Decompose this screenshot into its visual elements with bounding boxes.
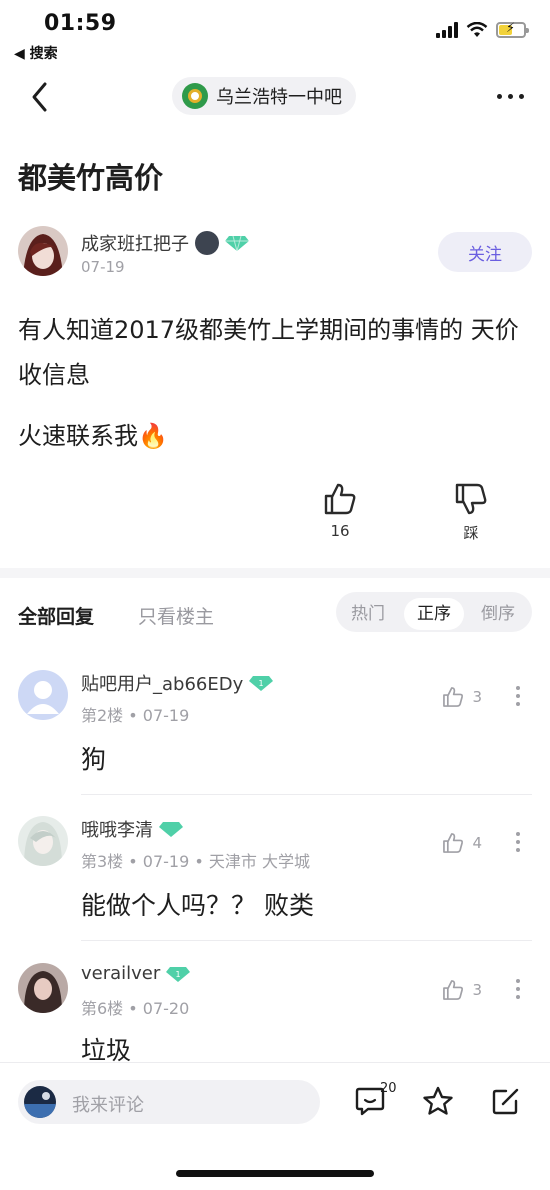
tab-only-op[interactable]: 只看楼主 (138, 602, 214, 629)
sort-hot[interactable]: 热门 (338, 598, 398, 630)
reply-divider (81, 794, 532, 795)
post-author: 成家班扛把子 07-19 关注 (18, 226, 532, 280)
reply-like-button[interactable]: 3 (442, 686, 482, 708)
home-indicator (176, 1170, 374, 1177)
gem-badge-icon (159, 822, 183, 837)
reply-username[interactable]: 贴吧用户_ab66EDy (81, 670, 243, 696)
thumbs-down-icon (455, 483, 487, 515)
tab-all-replies[interactable]: 全部回复 (18, 602, 94, 629)
reply-divider (81, 940, 532, 941)
svg-text:1: 1 (259, 679, 264, 688)
forum-logo-icon (182, 83, 208, 109)
reply-avatar[interactable] (18, 816, 68, 866)
reply-like-count: 4 (472, 834, 482, 852)
reply-text: 狗 (81, 745, 107, 774)
post-paragraph: 火速联系我🔥 (18, 422, 168, 450)
signal-icon (436, 22, 458, 38)
post-body: 有人知道2017级都美竹上学期间的事情的 天价收信息 火速联系我🔥 (18, 308, 532, 475)
status-icons: ⚡ (436, 21, 529, 38)
share-icon[interactable] (490, 1085, 522, 1117)
author-name[interactable]: 成家班扛把子 (81, 230, 189, 256)
reply-item: 哦哦李清 第3楼 • 07-19 • 天津市 大学城 4 能做个人吗？？ 败类 (18, 816, 532, 941)
star-favorite-icon[interactable] (422, 1085, 454, 1117)
reply-meta: 第2楼 • 07-19 (81, 706, 190, 725)
gem-badge-icon: 1 (166, 966, 191, 982)
reply-item: verailver 1 第6楼 • 07-20 3 垃圾 (18, 963, 532, 1065)
reply-like-button[interactable]: 3 (442, 979, 482, 1001)
level-badge-icon (195, 231, 219, 255)
reply-username[interactable]: 哦哦李清 (81, 816, 153, 842)
post-date: 07-19 (81, 258, 125, 276)
sort-ascending[interactable]: 正序 (404, 598, 464, 630)
forum-link[interactable]: 乌兰浩特一中吧 (172, 77, 356, 115)
thumbs-up-icon (324, 483, 356, 515)
post-title: 都美竹高价 (18, 161, 164, 195)
sort-toggle: 热门 正序 倒序 (336, 592, 532, 632)
post-paragraph: 有人知道2017级都美竹上学期间的事情的 天价收信息 (18, 316, 519, 389)
thumbs-up-icon (443, 687, 464, 707)
reply-username[interactable]: verailver (81, 963, 160, 984)
author-avatar[interactable] (18, 226, 68, 276)
comment-count: 20 (380, 1081, 397, 1096)
reply-item: 贴吧用户_ab66EDy 1 第2楼 • 07-19 3 狗 (18, 670, 532, 795)
sort-descending[interactable]: 倒序 (468, 598, 528, 630)
wifi-icon (466, 22, 488, 37)
follow-button[interactable]: 关注 (438, 232, 532, 272)
reply-avatar[interactable] (18, 963, 68, 1013)
reply-meta: 第6楼 • 07-20 (81, 999, 190, 1018)
reply-meta: 第3楼 • 07-19 • 天津市 大学城 (81, 852, 310, 871)
reply-text: 能做个人吗？？ 败类 (81, 891, 314, 920)
chevron-left-icon (32, 82, 47, 112)
reply-like-count: 3 (472, 688, 482, 706)
forum-name: 乌兰浩特一中吧 (216, 87, 342, 108)
like-count: 16 (330, 522, 350, 540)
reply-more-button[interactable] (516, 686, 520, 706)
reply-more-button[interactable] (516, 979, 520, 999)
back-to-app-link[interactable]: ◀ 搜索 (14, 43, 58, 63)
dislike-label: 踩 (463, 524, 479, 542)
section-divider (0, 568, 550, 578)
reply-like-count: 3 (472, 981, 482, 999)
thumbs-up-icon (443, 980, 464, 1000)
post-detail-page: 01:59 ◀ 搜索 ⚡ 乌兰浩特一中吧 都美竹高价 成家班扛把子 07-19 … (0, 0, 550, 1190)
comment-placeholder: 我来评论 (72, 1095, 144, 1116)
like-button[interactable]: 16 (310, 482, 370, 540)
comment-input[interactable]: 我来评论 (18, 1080, 320, 1124)
nav-bar: 乌兰浩特一中吧 (0, 72, 550, 122)
dislike-button[interactable]: 踩 (441, 482, 501, 543)
reply-tabs: 全部回复 只看楼主 热门 正序 倒序 (0, 590, 550, 636)
reply-like-button[interactable]: 4 (442, 832, 482, 854)
svg-text:1: 1 (176, 970, 181, 979)
my-avatar (24, 1086, 56, 1118)
status-bar: 01:59 ◀ 搜索 ⚡ (0, 0, 550, 62)
status-time: 01:59 (44, 11, 117, 36)
back-button[interactable] (26, 80, 56, 114)
reply-more-button[interactable] (516, 832, 520, 852)
gem-badge-icon: 1 (249, 676, 274, 691)
more-options-button[interactable] (497, 94, 524, 99)
reply-avatar[interactable] (18, 670, 68, 720)
thumbs-up-icon (443, 833, 464, 853)
gem-badge-icon (225, 235, 249, 252)
battery-icon: ⚡ (496, 21, 529, 38)
